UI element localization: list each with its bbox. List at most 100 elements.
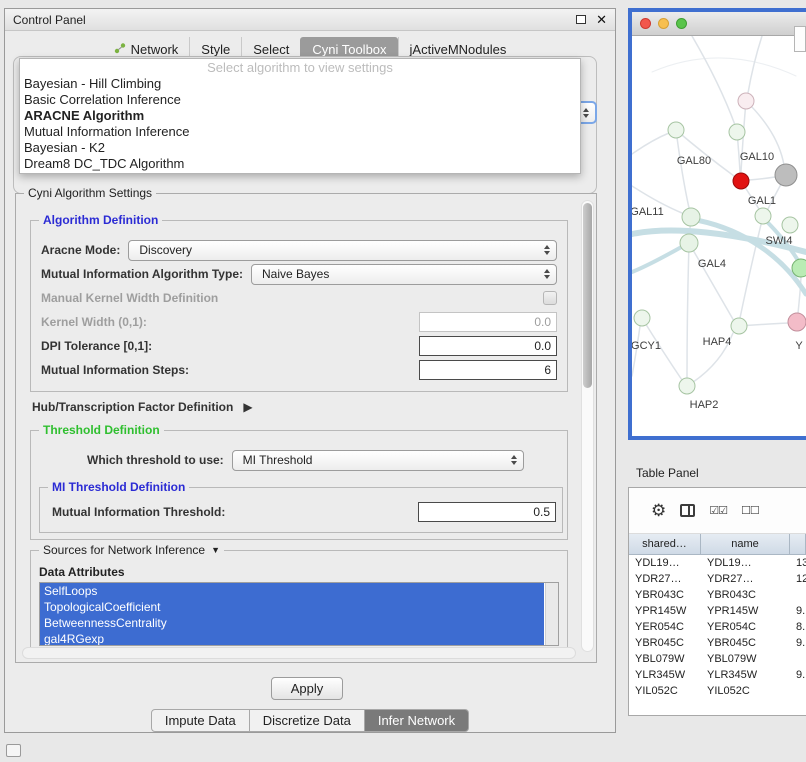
zoom-traffic-light-icon[interactable] bbox=[676, 18, 687, 29]
table-row[interactable]: YBL079WYBL079W bbox=[629, 651, 806, 667]
dropdown-option[interactable]: Basic Correlation Inference bbox=[20, 92, 580, 108]
network-edge[interactable] bbox=[740, 216, 763, 318]
panel-toggle-icon[interactable] bbox=[6, 744, 21, 757]
table-cell: YIL052C bbox=[701, 685, 790, 697]
data-attributes-list[interactable]: SelfLoopsTopologicalCoefficientBetweenne… bbox=[39, 582, 559, 646]
apply-button[interactable]: Apply bbox=[271, 677, 343, 700]
combo-arrows-icon bbox=[544, 245, 550, 255]
network-edge[interactable] bbox=[689, 243, 734, 321]
column-header-name[interactable]: name bbox=[701, 534, 790, 554]
table-row[interactable]: YLR345WYLR345W9. bbox=[629, 667, 806, 683]
minimize-traffic-light-icon[interactable] bbox=[658, 18, 669, 29]
dpi-tolerance-field[interactable]: 0.0 bbox=[419, 336, 557, 356]
network-node[interactable] bbox=[680, 234, 698, 252]
deselect-all-checks-icon[interactable]: ☐☐ bbox=[741, 504, 759, 517]
dropdown-option[interactable]: Bayesian - K2 bbox=[20, 140, 580, 156]
hub-definition-section-header[interactable]: Hub/Transcription Factor Definition ▶ bbox=[32, 400, 253, 414]
network-node[interactable] bbox=[792, 259, 806, 277]
close-icon[interactable]: ✕ bbox=[596, 12, 607, 28]
attribute-item[interactable]: SelfLoops bbox=[40, 583, 544, 599]
network-edge[interactable] bbox=[652, 58, 796, 76]
control-panel-titlebar[interactable]: Control Panel ✕ bbox=[5, 9, 615, 31]
network-scrollbar-stub[interactable] bbox=[794, 26, 806, 52]
table-row[interactable]: YER054CYER054C8. bbox=[629, 619, 806, 635]
mi-type-combo[interactable]: Naive Bayes bbox=[251, 264, 557, 285]
network-edge[interactable] bbox=[748, 36, 762, 93]
attribute-item[interactable]: BetweennessCentrality bbox=[40, 615, 544, 631]
table-cell: 9. bbox=[790, 637, 806, 649]
network-node[interactable] bbox=[682, 208, 700, 226]
network-node[interactable] bbox=[634, 310, 650, 326]
network-node[interactable] bbox=[733, 173, 749, 189]
node-label: HAP2 bbox=[690, 399, 719, 411]
table-row[interactable]: YBR043CYBR043C bbox=[629, 587, 806, 603]
group-title: Algorithm Definition bbox=[39, 213, 162, 227]
select-all-checks-icon[interactable]: ☑☑ bbox=[709, 504, 727, 517]
mi-steps-field[interactable]: 6 bbox=[419, 360, 557, 380]
combo-value: MI Threshold bbox=[243, 453, 313, 467]
expand-collapsed-icon[interactable]: ▶ bbox=[243, 400, 252, 414]
table-row[interactable]: YDL19…YDL19…13 bbox=[629, 555, 806, 571]
network-node[interactable] bbox=[679, 378, 695, 394]
gear-icon[interactable]: ⚙ bbox=[651, 501, 666, 521]
data-attributes-label: Data Attributes bbox=[39, 565, 567, 579]
network-node[interactable] bbox=[788, 313, 806, 331]
scrollbar-thumb[interactable] bbox=[583, 203, 592, 388]
close-traffic-light-icon[interactable] bbox=[640, 18, 651, 29]
network-edge[interactable] bbox=[632, 244, 687, 272]
network-edge[interactable] bbox=[676, 130, 689, 208]
which-threshold-combo[interactable]: MI Threshold bbox=[232, 450, 524, 471]
table-row[interactable]: YIL052CYIL052C bbox=[629, 683, 806, 699]
manual-kernel-checkbox[interactable] bbox=[543, 291, 557, 305]
settings-vertical-scrollbar[interactable] bbox=[581, 200, 594, 652]
dropdown-option[interactable]: Bayesian - Hill Climbing bbox=[20, 76, 580, 92]
tab-discretize-data[interactable]: Discretize Data bbox=[250, 709, 365, 732]
tab-impute-data[interactable]: Impute Data bbox=[151, 709, 250, 732]
network-node[interactable] bbox=[668, 122, 684, 138]
table-row[interactable]: YBR045CYBR045C9. bbox=[629, 635, 806, 651]
network-edge[interactable] bbox=[749, 177, 775, 180]
group-title: Cyni Algorithm Settings bbox=[24, 186, 156, 200]
sources-section-header[interactable]: Sources for Network Inference ▼ bbox=[39, 543, 224, 557]
table-cell: YBR045C bbox=[701, 637, 790, 649]
sources-group: Sources for Network Inference ▼ Data Att… bbox=[30, 550, 568, 654]
network-edge[interactable] bbox=[692, 36, 735, 125]
aracne-mode-combo[interactable]: Discovery bbox=[128, 240, 557, 261]
table-row[interactable]: YDR27…YDR27…12 bbox=[629, 571, 806, 587]
node-label: GAL80 bbox=[677, 155, 711, 167]
column-header-extra[interactable] bbox=[790, 534, 806, 554]
network-edge[interactable] bbox=[632, 133, 669, 154]
network-canvas[interactable]: GAL80GAL10GAL11GAL1SWI4GAL4GCY1HAP4HAP2Y bbox=[632, 36, 806, 436]
column-header-shared-name[interactable]: shared… bbox=[629, 534, 701, 554]
columns-icon[interactable] bbox=[680, 504, 695, 517]
attribute-item[interactable]: TopologicalCoefficient bbox=[40, 599, 544, 615]
dropdown-option[interactable]: Mutual Information Inference bbox=[20, 124, 580, 140]
network-node[interactable] bbox=[775, 164, 797, 186]
dropdown-option-selected[interactable]: ARACNE Algorithm bbox=[20, 108, 580, 124]
float-window-icon[interactable] bbox=[576, 15, 586, 24]
combo-arrows-icon bbox=[583, 108, 589, 118]
network-node[interactable] bbox=[729, 124, 745, 140]
table-row[interactable]: YPR145WYPR145W9. bbox=[629, 603, 806, 619]
tab-infer-network[interactable]: Infer Network bbox=[365, 709, 469, 732]
mi-threshold-field[interactable]: 0.5 bbox=[418, 502, 556, 522]
expand-expanded-icon[interactable]: ▼ bbox=[211, 545, 220, 555]
table-cell: 12 bbox=[790, 573, 806, 585]
threshold-definition-group: Threshold Definition Which threshold to … bbox=[30, 430, 568, 540]
list-scrollbar[interactable] bbox=[545, 583, 558, 645]
network-node[interactable] bbox=[755, 208, 771, 224]
network-node[interactable] bbox=[731, 318, 747, 334]
dropdown-option[interactable]: Dream8 DC_TDC Algorithm bbox=[20, 156, 580, 172]
network-window-titlebar[interactable] bbox=[632, 12, 806, 36]
combo-arrows-icon bbox=[544, 269, 550, 279]
network-edge[interactable] bbox=[676, 130, 734, 176]
table-body: YDL19…YDL19…13YDR27…YDR27…12YBR043CYBR04… bbox=[629, 555, 806, 699]
attribute-item[interactable]: gal4RGexp bbox=[40, 631, 544, 646]
node-label: GAL1 bbox=[748, 195, 776, 207]
network-node[interactable] bbox=[738, 93, 754, 109]
mi-threshold-label: Mutual Information Threshold: bbox=[52, 505, 225, 519]
settings-horizontal-scrollbar[interactable] bbox=[22, 647, 576, 659]
network-node[interactable] bbox=[782, 217, 798, 233]
kernel-width-field[interactable]: 0.0 bbox=[419, 312, 557, 332]
network-edge[interactable] bbox=[687, 243, 689, 378]
